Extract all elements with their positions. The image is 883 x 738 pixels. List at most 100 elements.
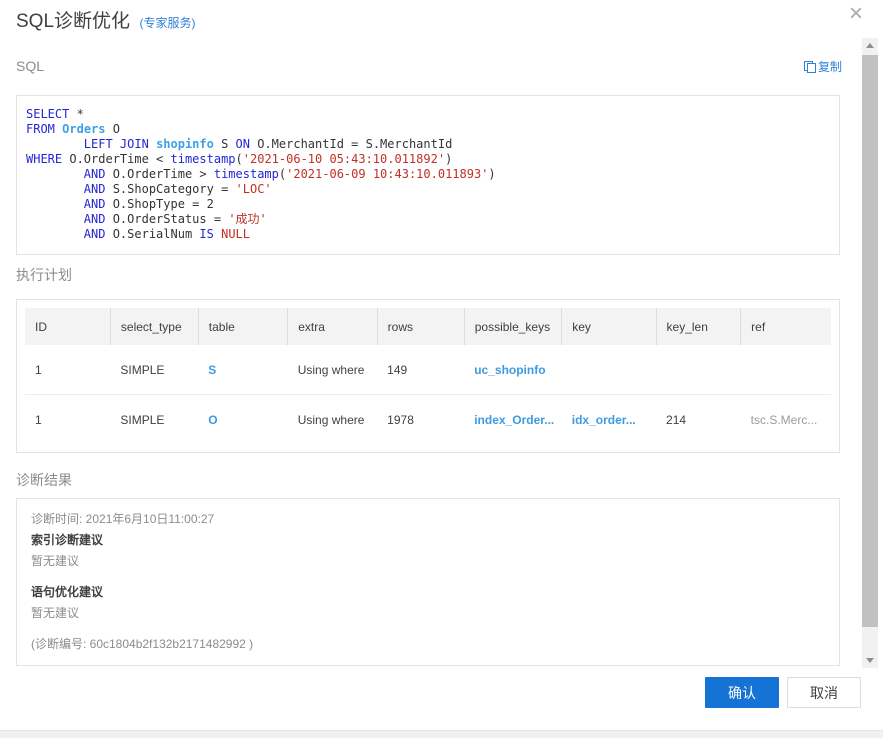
sql-section-header: 复制 SQL — [16, 58, 842, 75]
table-cell: 1 — [35, 413, 42, 427]
table-cell-link[interactable]: O — [208, 413, 217, 427]
copy-icon — [804, 61, 816, 72]
column-header: select_type — [110, 308, 198, 345]
index-advice-body: 暂无建议 — [31, 551, 825, 572]
copy-button-label: 复制 — [818, 60, 842, 74]
column-header: key — [562, 308, 656, 345]
sql-token: Orders — [62, 122, 105, 136]
sql-token: * — [69, 107, 83, 121]
sql-token: 'LOC' — [236, 182, 272, 196]
execution-plan-box: IDselect_typetableextrarowspossible_keys… — [16, 299, 840, 453]
sql-token — [26, 212, 84, 226]
sql-token: shopinfo — [156, 137, 214, 151]
plan-section-label: 执行计划 — [16, 267, 72, 283]
dialog-title: SQL诊断优化 — [16, 11, 130, 32]
execution-plan-table: IDselect_typetableextrarowspossible_keys… — [25, 308, 831, 444]
sql-token: AND — [84, 182, 106, 196]
sql-token: LEFT JOIN — [84, 137, 149, 151]
sql-token: timestamp — [214, 167, 279, 181]
sql-token: ON — [236, 137, 250, 151]
dialog-subtitle: (专家服务) — [139, 16, 195, 30]
sql-token: O.ShopType = 2 — [105, 197, 213, 211]
table-cell-link[interactable]: uc_shopinfo — [474, 363, 545, 377]
column-header: possible_keys — [464, 308, 562, 345]
sql-token: '成功' — [228, 212, 266, 226]
index-advice-title: 索引诊断建议 — [31, 530, 825, 551]
table-cell: SIMPLE — [120, 413, 164, 427]
diagnosis-result-box: 诊断时间: 2021年6月10日11:00:27 索引诊断建议 暂无建议 语句优… — [16, 498, 840, 666]
cancel-button[interactable]: 取消 — [787, 677, 861, 708]
dialog-header: SQL诊断优化 (专家服务) — [16, 6, 823, 33]
sql-token: O.OrderTime < — [62, 152, 170, 166]
table-cell-link[interactable]: S — [208, 363, 216, 377]
sql-token — [214, 227, 221, 241]
table-cell-link[interactable]: index_Order... — [474, 413, 554, 427]
sql-token: S — [214, 137, 236, 151]
column-header: extra — [288, 308, 377, 345]
sql-token: O.OrderStatus = — [105, 212, 228, 226]
scroll-down-icon[interactable] — [862, 652, 878, 668]
diagnose-time: 诊断时间: 2021年6月10日11:00:27 — [31, 509, 825, 530]
table-cell: 1978 — [387, 413, 414, 427]
sql-token: timestamp — [171, 152, 236, 166]
sql-diagnosis-dialog: SQL诊断优化 (专家服务) × 复制 SQL SELECT * FROM Ord… — [0, 0, 883, 738]
statement-advice-title: 语句优化建议 — [31, 582, 825, 603]
diagnose-id: (诊断编号: 60c1804b2f132b2171482992 ) — [31, 634, 825, 655]
scroll-up-icon[interactable] — [862, 38, 878, 54]
close-icon[interactable]: × — [849, 2, 863, 26]
result-section-header: 诊断结果 — [16, 470, 842, 490]
sql-section-label: SQL — [16, 58, 44, 74]
sql-code: SELECT * FROM Orders O LEFT JOIN shopinfo… — [17, 96, 839, 242]
dialog-footer: 确认 取消 — [705, 677, 861, 708]
sql-token: O.OrderTime > — [105, 167, 213, 181]
sql-token: FROM — [26, 122, 55, 136]
table-cell: Using where — [298, 363, 365, 377]
column-header: table — [198, 308, 287, 345]
sql-token — [26, 182, 84, 196]
sql-token: O — [106, 122, 120, 136]
column-header: ID — [25, 308, 110, 345]
column-header: rows — [377, 308, 464, 345]
table-cell: Using where — [298, 413, 365, 427]
sql-token: ( — [236, 152, 243, 166]
sql-token: AND — [84, 212, 106, 226]
sql-token — [26, 197, 84, 211]
sql-token: SELECT — [26, 107, 69, 121]
page-background-strip — [0, 730, 883, 738]
sql-token: IS — [199, 227, 213, 241]
confirm-button[interactable]: 确认 — [705, 677, 779, 708]
plan-body: 1 SIMPLE S Using where 149 uc_shopinfo 1 SIMPLE… — [25, 345, 831, 444]
table-cell: 214 — [666, 413, 686, 427]
sql-token — [26, 227, 84, 241]
copy-button[interactable]: 复制 — [804, 58, 842, 75]
sql-token: AND — [84, 167, 106, 181]
column-header: ref — [741, 308, 831, 345]
scrollbar-thumb[interactable] — [862, 55, 878, 627]
table-row: 1 SIMPLE S Using where 149 uc_shopinfo — [25, 345, 831, 395]
table-cell-link[interactable]: idx_order... — [572, 413, 636, 427]
sql-token: AND — [84, 197, 106, 211]
sql-token — [26, 167, 84, 181]
sql-token: ) — [445, 152, 452, 166]
result-section-label: 诊断结果 — [16, 472, 72, 488]
table-cell: SIMPLE — [120, 363, 164, 377]
table-cell: 1 — [35, 363, 42, 377]
sql-token — [26, 137, 84, 151]
plan-section-header: 执行计划 — [16, 265, 842, 285]
sql-token: O.SerialNum — [105, 227, 199, 241]
table-cell: 149 — [387, 363, 407, 377]
sql-token: '2021-06-10 05:43:10.011892' — [243, 152, 445, 166]
sql-token: NULL — [221, 227, 250, 241]
sql-token: S.ShopCategory = — [105, 182, 235, 196]
statement-advice-body: 暂无建议 — [31, 603, 825, 624]
sql-token: AND — [84, 227, 106, 241]
table-cell: tsc.S.Merc... — [751, 413, 818, 427]
sql-token: ) — [488, 167, 495, 181]
plan-header-row: IDselect_typetableextrarowspossible_keys… — [25, 308, 831, 345]
scrollbar[interactable] — [862, 38, 878, 668]
sql-token: O.MerchantId = S.MerchantId — [250, 137, 452, 151]
sql-token: WHERE — [26, 152, 62, 166]
sql-code-box: SELECT * FROM Orders O LEFT JOIN shopinfo… — [16, 95, 840, 255]
table-row: 1 SIMPLE O Using where 1978 index_Order... idx… — [25, 395, 831, 445]
column-header: key_len — [656, 308, 741, 345]
